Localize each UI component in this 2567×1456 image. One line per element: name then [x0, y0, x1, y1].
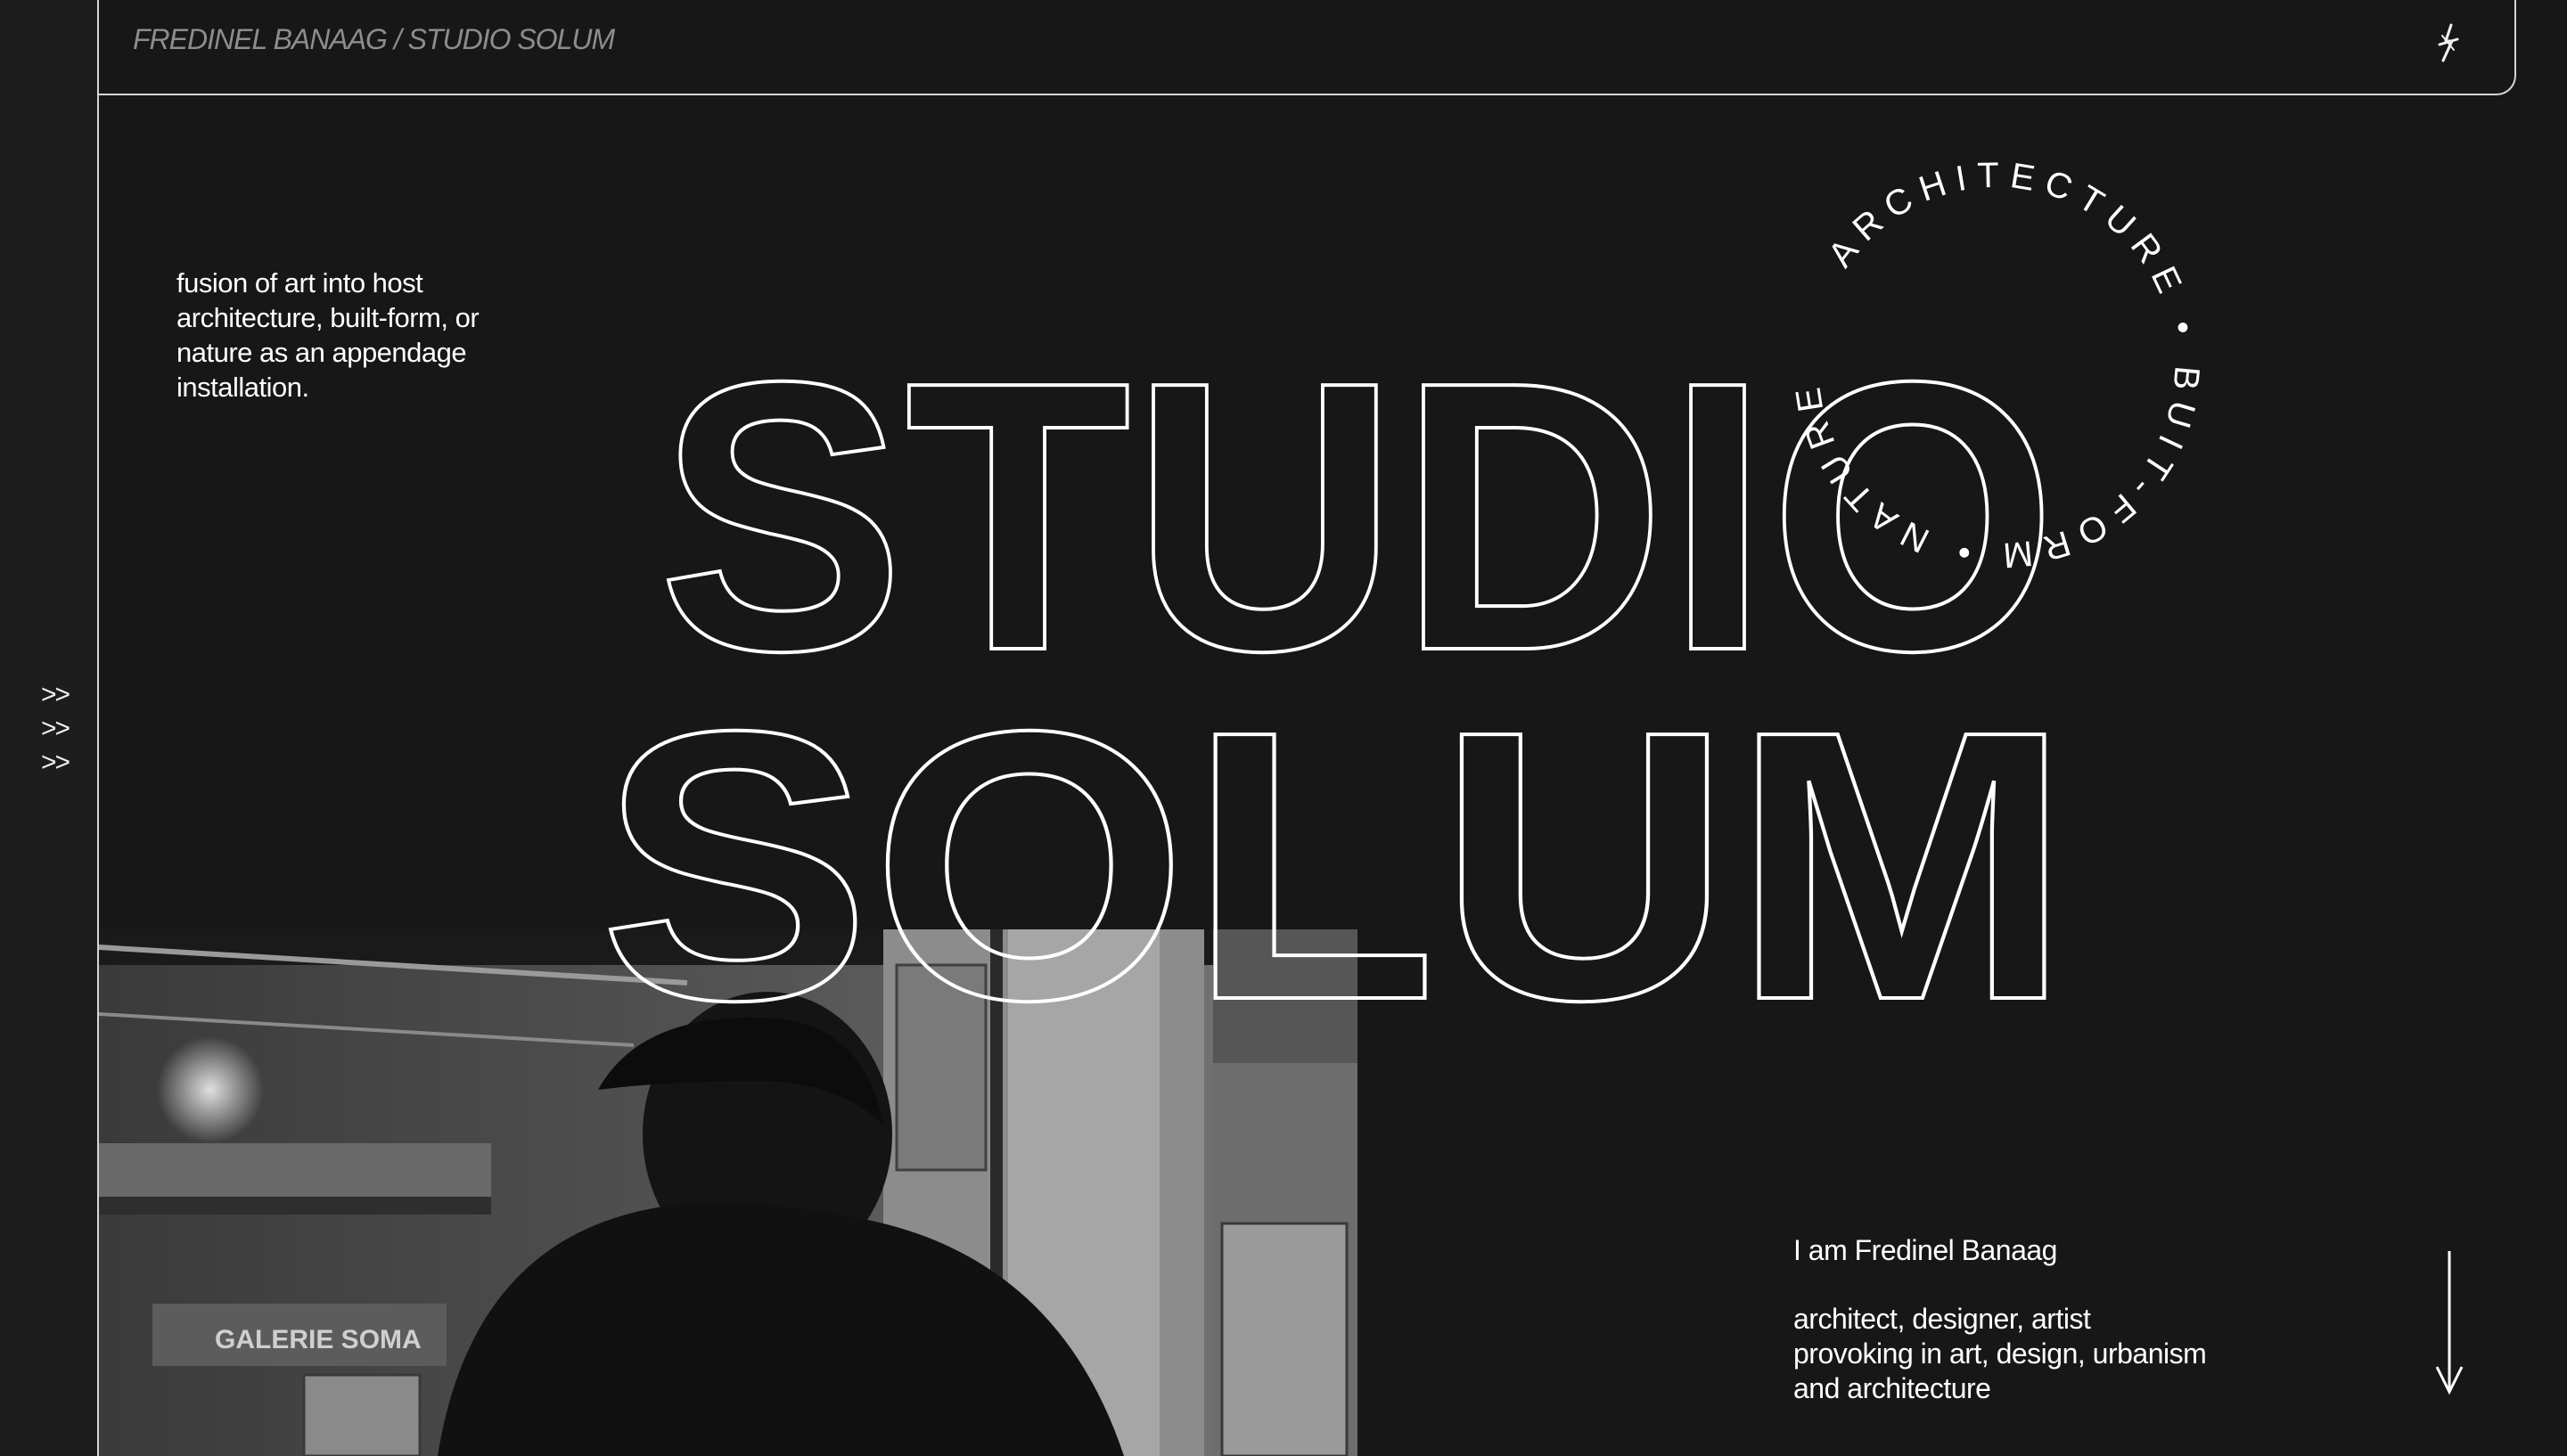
bio-block: I am Fredinel Banaag architect, designer…: [1793, 1233, 2292, 1406]
left-rail: >> >> >>: [0, 0, 99, 1456]
bio-line: provoking in art, design, urbanism: [1793, 1337, 2207, 1370]
lightning-star-icon[interactable]: [2434, 23, 2463, 62]
photo-scene: GALERIE SOMA: [99, 929, 1357, 1456]
page: >> >> >> FREDINEL BANAAG / STUDIO SOLUM …: [0, 0, 2567, 1456]
bio-line: and architecture: [1793, 1372, 1991, 1404]
arrow-down-icon[interactable]: [2432, 1247, 2467, 1399]
intro-text: fusion of art into host architecture, bu…: [176, 266, 551, 405]
gallery-sign: GALERIE SOMA: [215, 1325, 422, 1354]
bio-line: architect, designer, artist: [1793, 1303, 2091, 1335]
intro-line: nature as an appendage: [176, 337, 467, 368]
rail-arrow-1[interactable]: >>: [41, 681, 70, 709]
portrait-photo: GALERIE SOMA: [99, 929, 1357, 1456]
header-bar: FREDINEL BANAAG / STUDIO SOLUM: [99, 0, 2516, 95]
rail-arrow-3[interactable]: >>: [41, 748, 70, 777]
rail-nav: >> >> >>: [41, 681, 70, 777]
bio-name: I am Fredinel Banaag: [1793, 1234, 2057, 1266]
badge-ring-text: ARCHITECTURE • BUIT-FORM • NATURE •: [1774, 143, 2207, 576]
intro-line: architecture, built-form, or: [176, 302, 480, 333]
brand-link[interactable]: FREDINEL BANAAG / STUDIO SOLUM: [133, 23, 615, 56]
rotating-badge[interactable]: ARCHITECTURE • BUIT-FORM • NATURE •: [1774, 143, 2219, 588]
intro-line: fusion of art into host: [176, 267, 423, 299]
rail-arrow-2[interactable]: >>: [41, 715, 70, 743]
intro-line: installation.: [176, 372, 309, 403]
